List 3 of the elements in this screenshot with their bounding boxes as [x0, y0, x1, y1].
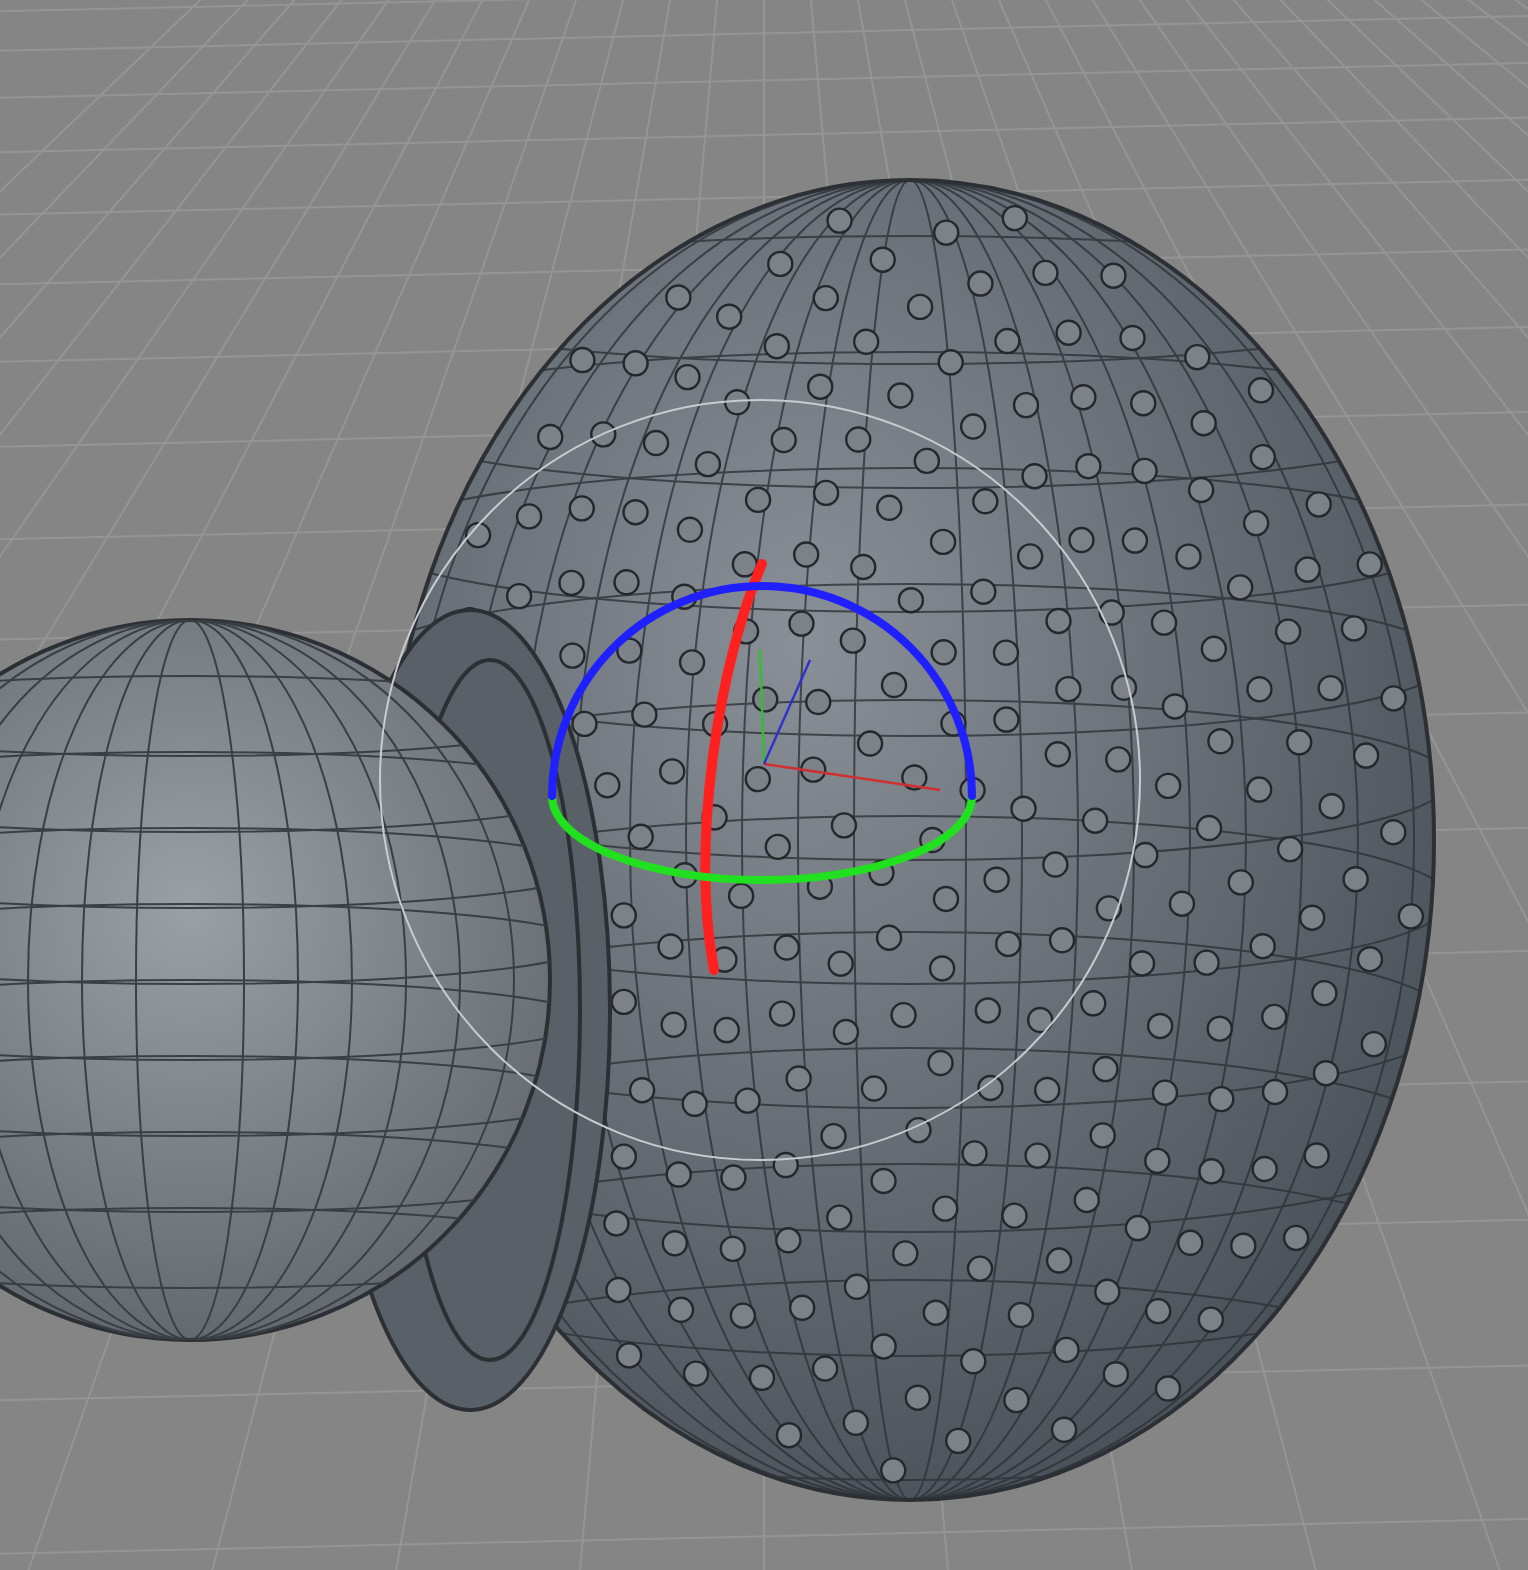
rotation-ring[interactable]	[548, 582, 976, 800]
rotation-ring[interactable]	[700, 559, 767, 975]
rotation-ring[interactable]	[548, 792, 976, 884]
